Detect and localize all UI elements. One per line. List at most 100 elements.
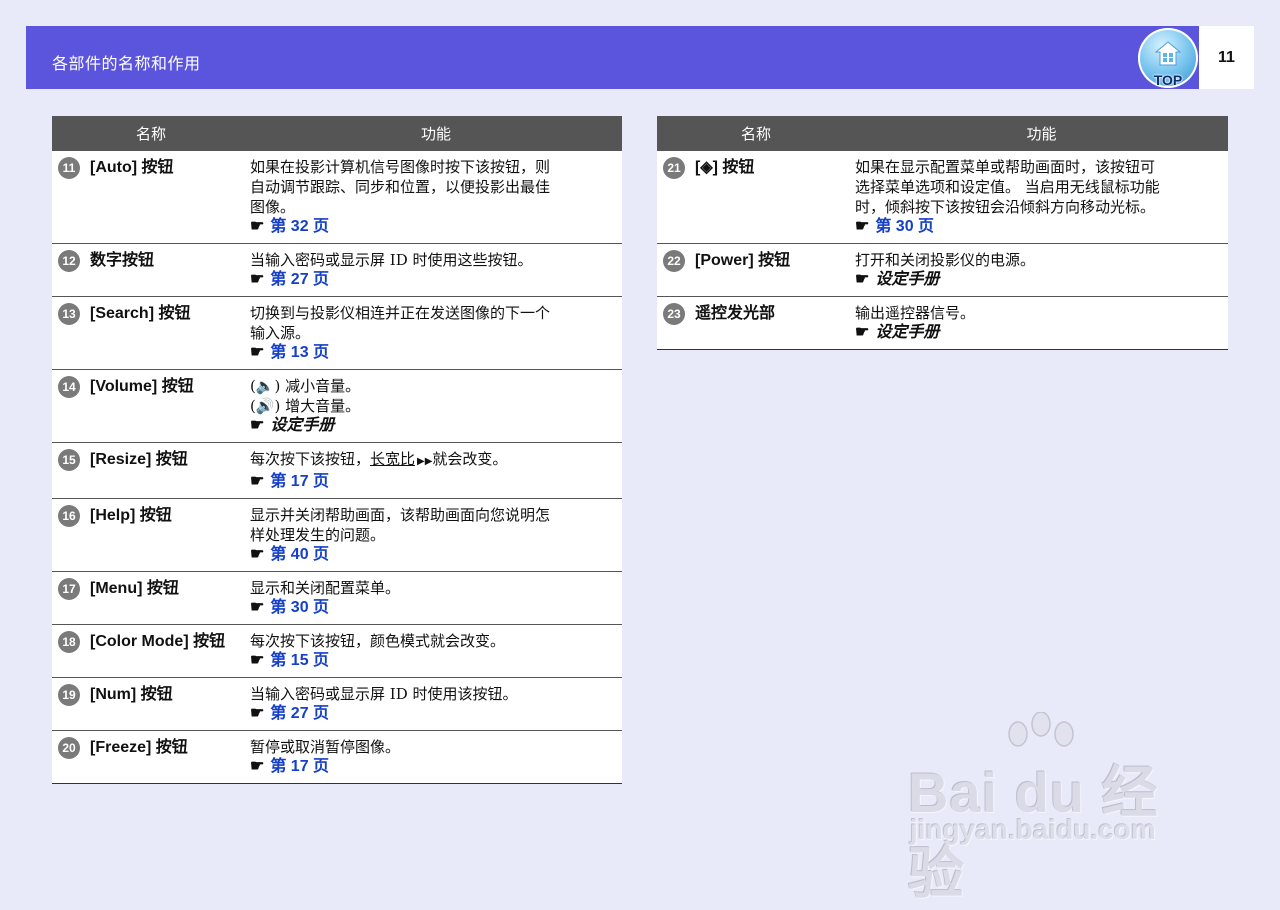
- home-icon: [1155, 41, 1181, 66]
- description-line: (🔈) 减小音量。: [250, 377, 361, 395]
- item-number-badge: 17: [58, 578, 80, 600]
- part-name: 遥控发光部: [695, 305, 776, 322]
- name-column-header: 名称: [657, 116, 855, 151]
- right-parts-table: 名称 功能 21 [◈] 按钮 如果在显示配置菜单或帮助画面时，该按钮可 选择菜单…: [657, 116, 1228, 350]
- section-title: 各部件的名称和作用: [52, 54, 201, 73]
- description-line: 选择菜单选项和设定值。 当启用无线鼠标功能: [855, 178, 1160, 196]
- table-row: 22 [Power] 按钮 打开和关闭投影仪的电源。 ☛ 设定手册: [657, 243, 1228, 297]
- top-label: TOP: [1153, 72, 1183, 88]
- watermark-url: jingyan.baidu.com: [910, 814, 1156, 845]
- part-name: [Power] 按钮: [695, 252, 791, 269]
- page-number: 11: [1199, 26, 1254, 89]
- part-name: 数字按钮: [90, 252, 155, 269]
- part-name: [Freeze] 按钮: [90, 739, 188, 756]
- part-name: [Color Mode] 按钮: [90, 633, 226, 650]
- top-button[interactable]: TOP: [1138, 28, 1198, 88]
- item-number-badge: 11: [58, 157, 80, 179]
- description-line: 时，倾斜按下该按钮会沿倾斜方向移动光标。: [855, 198, 1156, 216]
- table-row: 17 [Menu] 按钮 显示和关闭配置菜单。 ☛ 第 30 页: [52, 571, 622, 625]
- part-name: [Auto] 按钮: [90, 159, 174, 176]
- function-column-header: 功能: [855, 116, 1228, 151]
- function-column-header: 功能: [250, 116, 622, 151]
- page-reference-link[interactable]: ☛ 第 27 页: [250, 704, 616, 724]
- description-line: 暂停或取消暂停图像。: [250, 738, 401, 756]
- manual-reference-link[interactable]: ☛ 设定手册: [250, 416, 616, 436]
- header-bar: [26, 26, 1200, 89]
- item-number-badge: 20: [58, 737, 80, 759]
- description-line: 如果在显示配置菜单或帮助画面时，该按钮可: [855, 158, 1156, 176]
- pointing-hand-icon: ☛: [250, 652, 265, 669]
- description-line: 样处理发生的问题。: [250, 526, 386, 544]
- part-name: [Resize] 按钮: [90, 451, 188, 468]
- page-reference-link[interactable]: ☛ 第 17 页: [250, 472, 616, 492]
- description-line: 当输入密码或显示屏 ID 时使用这些按钮。: [250, 251, 533, 269]
- table-row: 16 [Help] 按钮 显示并关闭帮助画面，该帮助画面向您说明怎 样处理发生的问…: [52, 498, 622, 572]
- baidu-watermark: Bai du 经验 jingyan.baidu.com: [908, 712, 1208, 905]
- description-line: 显示和关闭配置菜单。: [250, 579, 401, 597]
- page-reference-link[interactable]: ☛ 第 15 页: [250, 651, 616, 671]
- part-name: [Help] 按钮: [90, 507, 172, 524]
- pointing-hand-icon: ☛: [250, 218, 265, 235]
- table-row: 11 [Auto] 按钮 如果在投影计算机信号图像时按下该按钮，则 自动调节跟踪、…: [52, 151, 622, 244]
- part-name: [Num] 按钮: [90, 686, 173, 703]
- table-row: 15 [Resize] 按钮 每次按下该按钮，长宽比 ▶▶就会改变。 ☛ 第 17 页: [52, 442, 622, 499]
- table-row: 19 [Num] 按钮 当输入密码或显示屏 ID 时使用该按钮。 ☛ 第 27 页: [52, 677, 622, 731]
- arrow-icon: ▶▶: [417, 456, 433, 467]
- pointing-hand-icon: ☛: [855, 218, 870, 235]
- item-number-badge: 12: [58, 250, 80, 272]
- description-line: 显示并关闭帮助画面，该帮助画面向您说明怎: [250, 506, 551, 524]
- pointing-hand-icon: ☛: [250, 417, 265, 434]
- item-number-badge: 18: [58, 631, 80, 653]
- pointing-hand-icon: ☛: [855, 324, 870, 341]
- name-column-header: 名称: [52, 116, 250, 151]
- pointing-hand-icon: ☛: [250, 271, 265, 288]
- part-name: [Volume] 按钮: [90, 378, 194, 395]
- table-row: 18 [Color Mode] 按钮 每次按下该按钮，颜色模式就会改变。 ☛ 第 1…: [52, 624, 622, 678]
- description-line: (🔊) 增大音量。: [250, 397, 361, 415]
- pointing-hand-icon: ☛: [250, 344, 265, 361]
- table-row: 12 数字按钮 当输入密码或显示屏 ID 时使用这些按钮。 ☛ 第 27 页: [52, 243, 622, 297]
- pointing-hand-icon: ☛: [250, 758, 265, 775]
- description-line: 输出遥控器信号。: [855, 304, 976, 322]
- table-row: 23 遥控发光部 输出遥控器信号。 ☛ 设定手册: [657, 296, 1228, 350]
- table-row: 14 [Volume] 按钮 (🔈) 减小音量。 (🔊) 增大音量。 ☛ 设定手册: [52, 369, 622, 443]
- pointing-hand-icon: ☛: [250, 546, 265, 563]
- manual-reference-link[interactable]: ☛ 设定手册: [855, 270, 1222, 290]
- page-reference-link[interactable]: ☛ 第 17 页: [250, 757, 616, 777]
- description-line: 每次按下该按钮，长宽比 ▶▶就会改变。: [250, 450, 508, 468]
- page-reference-link[interactable]: ☛ 第 13 页: [250, 343, 616, 363]
- page-reference-link[interactable]: ☛ 第 32 页: [250, 217, 616, 237]
- pointing-hand-icon: ☛: [250, 599, 265, 616]
- description-line: 输入源。: [250, 324, 311, 342]
- manual-reference-link[interactable]: ☛ 设定手册: [855, 323, 1222, 343]
- part-name: [Search] 按钮: [90, 305, 191, 322]
- description-line: 切换到与投影仪相连并正在发送图像的下一个: [250, 304, 551, 322]
- item-number-badge: 15: [58, 449, 80, 471]
- description-line: 自动调节跟踪、同步和位置，以便投影出最佳: [250, 178, 551, 196]
- pointing-hand-icon: ☛: [250, 473, 265, 490]
- pointing-hand-icon: ☛: [250, 705, 265, 722]
- item-number-badge: 14: [58, 376, 80, 398]
- part-name: [◈] 按钮: [695, 159, 755, 176]
- item-number-badge: 22: [663, 250, 685, 272]
- description-line: 每次按下该按钮，颜色模式就会改变。: [250, 632, 506, 650]
- page-reference-link[interactable]: ☛ 第 30 页: [250, 598, 616, 618]
- description-line: 图像。: [250, 198, 296, 216]
- item-number-badge: 19: [58, 684, 80, 706]
- table-row: 13 [Search] 按钮 切换到与投影仪相连并正在发送图像的下一个 输入源。 …: [52, 296, 622, 370]
- pointing-hand-icon: ☛: [855, 271, 870, 288]
- item-number-badge: 16: [58, 505, 80, 527]
- left-parts-table: 名称 功能 11 [Auto] 按钮 如果在投影计算机信号图像时按下该按钮，则 自…: [52, 116, 622, 784]
- item-number-badge: 21: [663, 157, 685, 179]
- description-line: 打开和关闭投影仪的电源。: [855, 251, 1036, 269]
- table-row: 20 [Freeze] 按钮 暂停或取消暂停图像。 ☛ 第 17 页: [52, 730, 622, 784]
- item-number-badge: 23: [663, 303, 685, 325]
- part-name: [Menu] 按钮: [90, 580, 179, 597]
- page-reference-link[interactable]: ☛ 第 40 页: [250, 545, 616, 565]
- description-line: 如果在投影计算机信号图像时按下该按钮，则: [250, 158, 551, 176]
- table-row: 21 [◈] 按钮 如果在显示配置菜单或帮助画面时，该按钮可 选择菜单选项和设定值…: [657, 151, 1228, 244]
- page-reference-link[interactable]: ☛ 第 27 页: [250, 270, 616, 290]
- page-reference-link[interactable]: ☛ 第 30 页: [855, 217, 1222, 237]
- glossary-link[interactable]: 长宽比: [370, 450, 415, 468]
- description-line: 当输入密码或显示屏 ID 时使用该按钮。: [250, 685, 518, 703]
